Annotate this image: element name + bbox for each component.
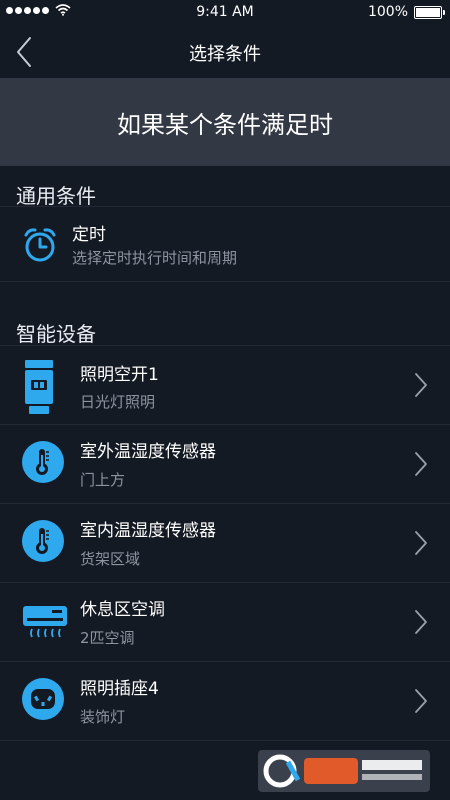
list-item-device[interactable]: 照明插座4 装饰灯	[0, 662, 450, 740]
list-item-title: 室内温湿度传感器	[80, 521, 216, 541]
list-item-title: 室外温湿度传感器	[80, 442, 216, 462]
banner-text: 如果某个条件满足时	[117, 110, 333, 139]
list-item-title: 照明插座4	[80, 679, 159, 699]
socket-icon	[22, 678, 64, 720]
navigation-bar: 选择条件	[0, 24, 450, 78]
battery-icon	[414, 5, 445, 19]
list-item-subtitle: 货架区域	[80, 550, 141, 568]
list-item-subtitle: 日光灯照明	[80, 393, 156, 411]
list-item-device[interactable]: 室外温湿度传感器 门上方	[0, 425, 450, 503]
thermometer-icon	[22, 441, 64, 483]
status-bar: 9:41 AM 100%	[0, 0, 450, 24]
divider	[0, 281, 450, 282]
chevron-right-icon	[415, 373, 427, 397]
chevron-right-icon	[415, 610, 427, 634]
list-item-timer[interactable]: 定时 选择定时执行时间和周期	[0, 207, 450, 281]
air-conditioner-icon	[23, 606, 67, 638]
thermometer-icon	[22, 520, 64, 562]
section-header-general: 通用条件	[16, 184, 96, 208]
list-item-subtitle: 2匹空调	[80, 629, 135, 647]
page-title: 选择条件	[189, 44, 261, 65]
list-item-title: 照明空开1	[80, 365, 159, 385]
list-item-title: 休息区空调	[80, 600, 165, 620]
list-item-subtitle: 装饰灯	[80, 708, 126, 726]
list-item-title: 定时	[72, 225, 106, 245]
section-header-smart-devices: 智能设备	[16, 322, 96, 346]
list-item-subtitle: 选择定时执行时间和周期	[72, 249, 238, 267]
list-item-subtitle: 门上方	[80, 471, 126, 489]
battery-percent: 100%	[367, 4, 408, 20]
switch-icon	[25, 360, 53, 414]
list-item-device[interactable]: 照明空开1 日光灯照明	[0, 346, 450, 424]
chevron-right-icon	[415, 452, 427, 476]
divider	[0, 740, 450, 741]
chevron-right-icon	[415, 531, 427, 555]
watermark-logo	[258, 750, 430, 792]
list-item-device[interactable]: 室内温湿度传感器 货架区域	[0, 504, 450, 582]
list-item-device[interactable]: 休息区空调 2匹空调	[0, 583, 450, 661]
alarm-clock-icon	[24, 228, 56, 262]
condition-banner: 如果某个条件满足时	[0, 78, 450, 166]
chevron-right-icon	[415, 689, 427, 713]
